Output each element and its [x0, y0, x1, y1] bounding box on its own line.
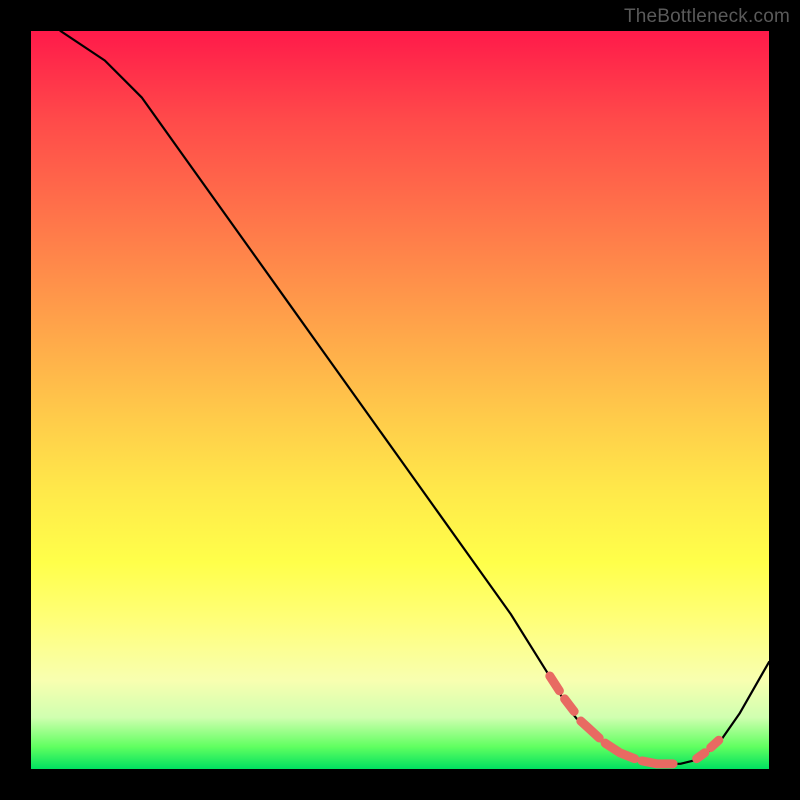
chart-svg [31, 31, 769, 769]
highlight-segment [642, 761, 673, 764]
highlight-segment [711, 740, 719, 747]
highlight-segment [550, 676, 560, 691]
highlight-segment [605, 743, 635, 759]
watermark-text: TheBottleneck.com [624, 6, 790, 28]
highlight-segment [565, 699, 575, 712]
bottleneck-curve [61, 31, 769, 764]
highlight-segment [581, 721, 599, 738]
plot-area [31, 31, 769, 769]
highlight-segment [697, 753, 705, 759]
